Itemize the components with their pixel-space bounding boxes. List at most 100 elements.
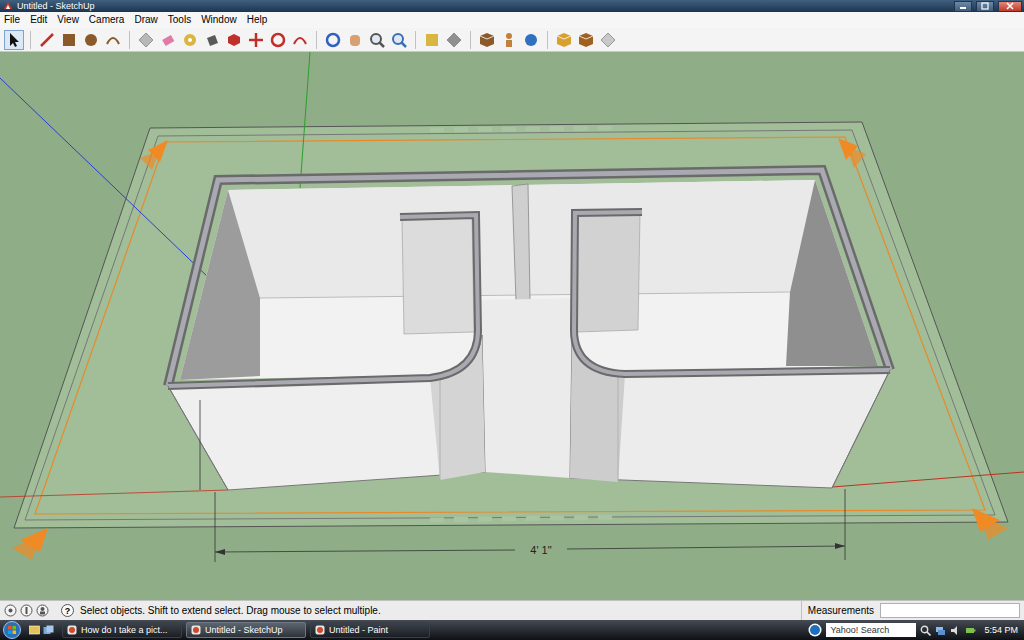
status-hint: Select objects. Shift to extend select. … [80, 605, 381, 616]
quick-launch [29, 625, 54, 636]
tool-button[interactable] [59, 30, 79, 50]
toolbar-separator [415, 31, 416, 49]
user-icon[interactable] [36, 604, 49, 617]
tool-button[interactable] [345, 30, 365, 50]
tool-button[interactable] [180, 30, 200, 50]
app-icon [67, 625, 77, 635]
tool-icon [82, 31, 100, 49]
tool-icon [247, 31, 265, 49]
toolbar-separator [547, 31, 548, 49]
tool-icon [38, 31, 56, 49]
tool-group [554, 30, 618, 50]
menu-item[interactable]: Edit [30, 13, 47, 27]
taskbar-button[interactable]: Untitled - SketchUp [186, 622, 306, 638]
tool-button[interactable] [389, 30, 409, 50]
sketchup-icon [3, 1, 13, 11]
status-bar: ? Select objects. Shift to extend select.… [0, 600, 1024, 620]
tool-button[interactable] [4, 30, 24, 50]
tool-button[interactable] [81, 30, 101, 50]
maximize-button[interactable] [976, 1, 994, 12]
tool-icon [346, 31, 364, 49]
menu-item[interactable]: Window [201, 13, 237, 27]
network-icon[interactable] [935, 625, 946, 636]
volume-icon[interactable] [950, 625, 961, 636]
tool-button[interactable] [521, 30, 541, 50]
app-icon [315, 625, 325, 635]
menu-item[interactable]: Camera [89, 13, 125, 27]
tool-button[interactable] [422, 30, 442, 50]
tool-icon [291, 31, 309, 49]
search-icon[interactable] [920, 625, 931, 636]
menu-item[interactable]: Draw [134, 13, 157, 27]
tool-button[interactable] [202, 30, 222, 50]
toolbar [0, 28, 1024, 52]
tool-button[interactable] [444, 30, 464, 50]
tool-button[interactable] [367, 30, 387, 50]
tool-group [37, 30, 123, 50]
tool-button[interactable] [554, 30, 574, 50]
tool-icon [60, 31, 78, 49]
screen: Untitled - SketchUp File Edit View Camera Dra… [0, 0, 1024, 640]
search-field[interactable]: Yahoo! Search [826, 623, 916, 637]
dimension[interactable]: 4' 1" [200, 400, 845, 562]
tool-icon [203, 31, 221, 49]
tool-button[interactable] [136, 30, 156, 50]
toolbar-separator [470, 31, 471, 49]
windows-orb-icon [3, 621, 21, 639]
tool-icon [423, 31, 441, 49]
tool-icon [181, 31, 199, 49]
menu-item[interactable]: Tools [168, 13, 191, 27]
menu-bar: File Edit View Camera Draw Tools Window Help [0, 12, 1024, 28]
model-view[interactable]: 4' 1" [0, 52, 1024, 600]
tool-icon [555, 31, 573, 49]
system-tray: Yahoo! Search 5:54 PM [808, 623, 1024, 637]
dimension-label: 4' 1" [530, 544, 551, 556]
power-icon[interactable] [965, 625, 976, 636]
speaker-box[interactable] [168, 170, 890, 490]
ground-plate [14, 122, 1008, 528]
tool-icon [137, 31, 155, 49]
start-button[interactable] [3, 621, 21, 639]
tool-button[interactable] [290, 30, 310, 50]
tool-button[interactable] [576, 30, 596, 50]
tool-button[interactable] [598, 30, 618, 50]
taskbar-button[interactable]: Untitled - Paint [310, 622, 430, 638]
tool-group [477, 30, 541, 50]
red-axis [832, 472, 1024, 487]
minimize-button[interactable] [954, 1, 972, 12]
tool-button[interactable] [477, 30, 497, 50]
menu-item[interactable]: File [4, 13, 20, 27]
taskbar: How do I take a pict...Untitled - Sketch… [0, 620, 1024, 640]
geo-location-icon[interactable] [4, 604, 17, 617]
tool-icon [445, 31, 463, 49]
tool-button[interactable] [158, 30, 178, 50]
switch-windows-icon[interactable] [43, 625, 54, 636]
taskbar-button[interactable]: How do I take a pict... [62, 622, 182, 638]
menu-item[interactable]: Help [247, 13, 268, 27]
measurements-field[interactable] [880, 603, 1020, 618]
tool-icon [390, 31, 408, 49]
tool-icon [225, 31, 243, 49]
corner-marker-icon [12, 138, 1008, 560]
tool-button[interactable] [37, 30, 57, 50]
desktop-icon[interactable] [29, 625, 40, 636]
minimize-icon [959, 2, 967, 10]
close-button[interactable] [998, 1, 1022, 12]
help-icon[interactable]: ? [61, 604, 74, 617]
tool-button[interactable] [224, 30, 244, 50]
tool-icon [522, 31, 540, 49]
hp-icon[interactable] [808, 623, 822, 637]
tool-button[interactable] [499, 30, 519, 50]
toolbar-separator [316, 31, 317, 49]
menu-item[interactable]: View [57, 13, 79, 27]
tool-button[interactable] [246, 30, 266, 50]
credits-icon[interactable] [20, 604, 33, 617]
drawing-canvas[interactable]: 4' 1" [0, 52, 1024, 600]
tool-button[interactable] [323, 30, 343, 50]
tool-button[interactable] [103, 30, 123, 50]
clock[interactable]: 5:54 PM [984, 625, 1018, 635]
tool-group [136, 30, 310, 50]
app-icon [191, 625, 201, 635]
tool-button[interactable] [268, 30, 288, 50]
tool-icon [269, 31, 287, 49]
